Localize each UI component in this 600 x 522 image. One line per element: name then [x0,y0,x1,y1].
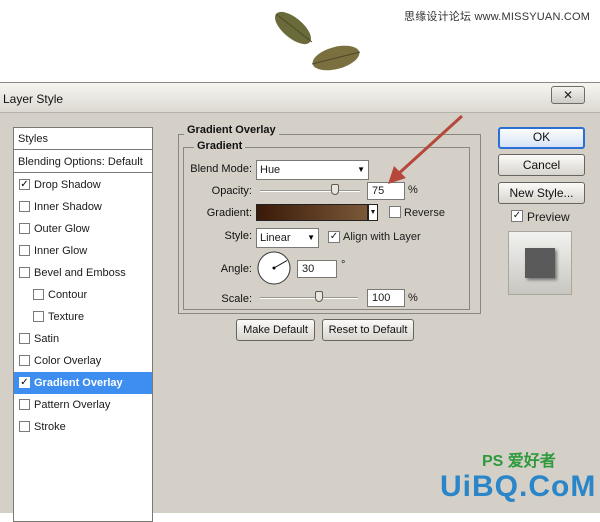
scale-slider-track[interactable] [260,297,358,299]
style-item-label: Stroke [34,421,66,433]
style-item-label: Satin [34,333,60,345]
style-item-drop-shadow[interactable]: ✓ Drop Shadow [14,174,152,196]
watermark-tag: PS 爱好者 [482,453,556,470]
gradient-label: Gradient: [206,207,252,219]
title-bar: Layer Style ✕ [0,83,600,113]
style-checkbox[interactable] [19,355,30,366]
reverse-checkbox[interactable] [389,206,401,218]
style-checkbox[interactable] [19,245,30,256]
preview-label: Preview [527,210,570,224]
gradient-dropdown-icon[interactable]: ▼ [368,204,378,221]
style-item-texture[interactable]: Texture [14,306,152,328]
scale-slider-thumb[interactable] [314,291,323,302]
style-item-gradient-overlay[interactable]: ✓ Gradient Overlay [14,372,152,394]
opacity-label: Opacity: [211,185,252,197]
style-checkbox[interactable] [19,201,30,212]
style-item-inner-glow[interactable]: Inner Glow [14,240,152,262]
style-item-label: Inner Shadow [34,201,102,213]
style-item-label: Texture [48,311,85,323]
chevron-down-icon: ▼ [357,165,365,174]
styles-list: Styles Blending Options: Default ✓ Drop S… [13,127,153,522]
style-checkbox[interactable]: ✓ [19,377,30,388]
angle-unit: ° [341,259,346,271]
style-item-label: Outer Glow [34,223,90,235]
blend-mode-value: Hue [260,164,281,176]
styles-header[interactable]: Styles [14,128,152,150]
style-checkbox[interactable] [19,399,30,410]
style-item-contour[interactable]: Contour [14,284,152,306]
watermark-top-text: 思缘设计论坛 www.MISSYUAN.COM [404,11,591,23]
style-item-pattern-overlay[interactable]: Pattern Overlay [14,394,152,416]
scale-unit: % [408,292,418,304]
reverse-label: Reverse [404,207,445,219]
style-select[interactable]: Linear ▼ [256,228,319,248]
style-item-label: Color Overlay [34,355,102,367]
preview-thumbnail [508,231,572,295]
align-with-layer-label: Align with Layer [343,231,421,243]
style-checkbox[interactable] [19,421,30,432]
style-checkbox[interactable] [19,267,30,278]
watermark-bottom-text: UiBQ.CoM [440,470,597,503]
new-style-button[interactable]: New Style... [498,182,585,204]
style-item-stroke[interactable]: Stroke [14,416,152,438]
style-item-bevel-and-emboss[interactable]: Bevel and Emboss [14,262,152,284]
scale-label: Scale: [221,293,252,305]
style-item-label: Pattern Overlay [34,399,111,411]
style-item-label: Gradient Overlay [34,377,123,389]
chevron-down-icon: ▼ [307,233,315,242]
reset-to-default-button[interactable]: Reset to Default [322,319,414,341]
make-default-button[interactable]: Make Default [236,319,315,341]
angle-input[interactable]: 30 [297,260,337,278]
style-item-label: Bevel and Emboss [34,267,126,279]
style-value: Linear [260,232,291,244]
style-item-label: Contour [48,289,88,301]
style-item-label: Drop Shadow [34,179,101,191]
gradient-subgroup-title: Gradient [194,140,246,152]
dialog-title: Layer Style [3,92,64,106]
align-with-layer-checkbox[interactable]: ✓ [328,231,340,243]
opacity-slider-thumb[interactable] [331,184,339,195]
style-checkbox[interactable] [19,333,30,344]
blending-options-item[interactable]: Blending Options: Default [14,151,152,173]
style-item-outer-glow[interactable]: Outer Glow [14,218,152,240]
preview-square [525,248,555,278]
angle-dial[interactable] [256,250,292,286]
style-item-satin[interactable]: Satin [14,328,152,350]
leaves-image [274,11,361,71]
gradient-overlay-title: Gradient Overlay [184,124,279,136]
close-button[interactable]: ✕ [551,86,585,104]
preview-checkbox[interactable]: ✓ [511,210,523,222]
angle-label: Angle: [220,263,252,275]
scale-input[interactable]: 100 [367,289,405,307]
style-checkbox[interactable] [19,223,30,234]
style-checkbox[interactable] [33,311,44,322]
ok-button[interactable]: OK [498,127,585,149]
style-checkbox[interactable] [33,289,44,300]
style-checkbox[interactable]: ✓ [19,179,30,190]
style-item-color-overlay[interactable]: Color Overlay [14,350,152,372]
style-item-inner-shadow[interactable]: Inner Shadow [14,196,152,218]
blend-mode-label: Blend Mode: [190,163,252,175]
cancel-button[interactable]: Cancel [498,154,585,176]
opacity-slider-track[interactable] [260,190,360,192]
style-label: Style: [224,230,252,242]
style-item-label: Inner Glow [34,245,88,257]
annotation-arrow-icon [388,114,464,184]
gradient-swatch[interactable] [256,204,368,221]
blend-mode-select[interactable]: Hue ▼ [256,160,369,180]
